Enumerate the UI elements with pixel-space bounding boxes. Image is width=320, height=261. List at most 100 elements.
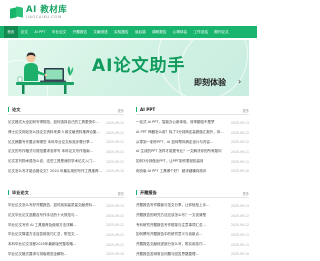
article-date: 2025-09-13: [106, 120, 124, 125]
nav-item-papers[interactable]: 论文: [18, 26, 32, 38]
nav-item-reflections[interactable]: 心得体会: [170, 26, 191, 38]
list-item[interactable]: 专科研究开题报告写作框架与注意事项汇总… 2025-09-12: [136, 220, 249, 230]
section-title: 论文: [8, 107, 20, 112]
article-date: 2025-09-12: [106, 223, 124, 228]
article-date: 2025-09-13: [231, 203, 249, 208]
section-thesis: 毕业论文 更多 毕业论文怎么写好开题报告，如何找到高质量文献资料… 2025-09…: [8, 189, 124, 261]
article-title[interactable]: 如何3分钟做出PPT，让PPT制作更轻松高效: [136, 159, 203, 164]
list-item[interactable]: 开题报告文献综述部分怎么写，附实用技巧… 2025-09-11: [136, 240, 249, 250]
article-date: 2025-09-11: [106, 149, 124, 154]
nav-item-proposal[interactable]: 开题报告: [69, 26, 90, 38]
section-title: 毕业论文: [8, 190, 29, 195]
nav-item-ai-ppt[interactable]: AI PPT: [31, 26, 49, 38]
section-title: AI PPT: [136, 107, 155, 112]
list-item[interactable]: 如何撰写开题报告中的研究意义与创新点… 2025-09-11: [136, 230, 249, 240]
book-logo-icon: [10, 5, 24, 20]
article-title[interactable]: 开题报告写作模板与范文分享，让你轻松上手…: [136, 203, 210, 208]
article-date: 2025-09-11: [231, 159, 249, 164]
logo-title: AI 教材库: [26, 4, 68, 15]
article-date: 2025-09-10: [231, 169, 249, 174]
nav-item-lab-report[interactable]: 实验报告: [111, 26, 132, 38]
list-item[interactable]: AI 生成的PPT 怎样才能更专业？一文解决你的所有疑问 2025-09-11: [136, 147, 249, 157]
section-header: 论文 更多: [8, 106, 124, 115]
list-item[interactable]: 论文的写作格式与规范要求怎样写 本科论文写作指南… 2025-09-11: [8, 147, 124, 157]
list-item[interactable]: 如何3分钟做出PPT，让PPT制作更轻松高效 2025-09-11: [136, 157, 249, 167]
more-link[interactable]: 更多: [118, 191, 124, 196]
article-date: 2025-09-11: [106, 159, 124, 164]
list-item[interactable]: 网页版 AI PPT 工具哪个好？ 超详细横向测评 2025-09-10: [136, 166, 249, 176]
article-title[interactable]: 网页版 AI PPT 工具哪个好？ 超详细横向测评: [136, 169, 206, 174]
section-papers: 论文 更多 论文格式大全如何写得规范，如何选择自己的工具更快中… 2025-09-…: [8, 106, 124, 184]
nav-item-survey-report[interactable]: 调研报告: [149, 26, 170, 38]
article-date: 2025-09-12: [106, 213, 124, 218]
more-link[interactable]: 更多: [243, 191, 249, 196]
article-date: 2025-09-12: [106, 130, 124, 135]
list-item[interactable]: 本科毕业论文流程2025年最新版完整攻略… 2025-09-11: [8, 240, 124, 250]
list-item[interactable]: 一站式 AI PPT，智能办公新体验，效率翻倍不是梦 2025-09-13: [136, 118, 249, 128]
article-title[interactable]: 专科研究开题报告写作框架与注意事项汇总…: [136, 223, 206, 228]
article-title[interactable]: 开题报告的研究方法应该怎么写？一文说清楚: [136, 213, 206, 218]
article-title[interactable]: 论文的写作格式与规范要求怎样写 本科论文写作指南…: [8, 149, 93, 154]
article-title[interactable]: 毕业论文降重方法及答辩技巧汇总，附范文…: [8, 232, 78, 237]
article-title[interactable]: 毕业论文写作 AI 工具推荐及使用方法详解…: [8, 223, 77, 228]
article-title[interactable]: 论文格式大全如何写得规范，如何选择自己的工具更快中…: [8, 120, 99, 125]
article-title[interactable]: 如何撰写开题报告中的研究意义与创新点…: [136, 232, 203, 237]
article-title[interactable]: 论文毕业论文选题及写作手法的十大规范与…: [8, 213, 78, 218]
chevron-right-icon[interactable]: ›: [238, 77, 241, 86]
more-link[interactable]: 更多: [243, 108, 249, 113]
section-header: 毕业论文 更多: [8, 189, 124, 198]
section-title: 开题报告: [136, 190, 157, 195]
article-title[interactable]: 开题报告答辩常见问题与回答思路整理…: [136, 252, 199, 257]
list-item[interactable]: 论文怎么写才能合格论文？2024 年最实用的写作工具推荐… 2025-09-10: [8, 166, 124, 176]
article-date: 2025-09-13: [106, 203, 124, 208]
nav-item-home[interactable]: 首页: [4, 26, 18, 38]
more-link[interactable]: 更多: [118, 108, 124, 113]
list-item[interactable]: 论文摘要写作要点有哪些 本科毕业论文标准步骤分享… 2025-09-12: [8, 137, 124, 147]
article-title[interactable]: 开题报告文献综述部分怎么写，附实用技巧…: [136, 242, 206, 247]
list-item[interactable]: 论文毕业论文选题及写作手法的十大规范与… 2025-09-12: [8, 211, 124, 221]
hero-banner[interactable]: AI论文助手 即刻体验 ›: [8, 40, 249, 96]
nav-item-journal-papers[interactable]: 期刊论文: [211, 26, 232, 38]
article-title[interactable]: 毕业论文怎么写好开题报告，如何找到高质量文献资料…: [8, 203, 96, 208]
list-item[interactable]: 毕业论文降重方法及答辩技巧汇总，附范文… 2025-09-11: [8, 230, 124, 240]
article-date: 2025-09-10: [106, 252, 124, 257]
list-item[interactable]: 毕业论文怎么写好开题报告，如何找到高质量文献资料… 2025-09-13: [8, 201, 124, 211]
article-title[interactable]: 论文摘要写作要点有哪些 本科毕业论文标准步骤分享…: [8, 140, 93, 145]
article-title[interactable]: 论文发刊物术语怎么说，这些工具是我的学术论文入门…: [8, 159, 96, 164]
list-item[interactable]: 论文发刊物术语怎么说，这些工具是我的学术论文入门… 2025-09-11: [8, 157, 124, 167]
nav-item-literature-review[interactable]: 文献综述: [90, 26, 111, 38]
article-date: 2025-09-10: [231, 252, 249, 257]
article-title[interactable]: AI PPT 神器怎么用？除了3分钟搞定高颜值汇报外，你…: [136, 130, 224, 135]
list-item[interactable]: 博士论文网站怎么找论文资料来源 5 款文献资料推荐合集… 2025-09-12: [8, 128, 124, 138]
article-title[interactable]: 论文怎么写才能合格论文？2024 年最实用的写作工具推荐…: [8, 169, 102, 174]
article-title[interactable]: AI 生成的PPT 怎样才能更专业？一文解决你的所有疑问: [136, 149, 222, 154]
section-header: AI PPT 更多: [136, 106, 249, 115]
section-proposal: 开题报告 更多 开题报告写作模板与范文分享，让你轻松上手… 2025-09-13 …: [136, 189, 249, 261]
article-title[interactable]: 博士论文网站怎么找论文资料来源 5 款文献资料推荐合集…: [8, 130, 100, 135]
article-title[interactable]: 从零到一制作PPT，AI 如何帮你搞定设计与内容…: [136, 140, 213, 145]
list-item[interactable]: AI PPT 神器怎么用？除了3分钟搞定高颜值汇报外，你… 2025-09-12: [136, 128, 249, 138]
article-title[interactable]: 本科毕业论文流程2025年最新版完整攻略…: [8, 242, 76, 247]
nav-item-work-summary[interactable]: 工作总结: [190, 26, 211, 38]
list-item[interactable]: 论文格式大全如何写得规范，如何选择自己的工具更快中… 2025-09-13: [8, 118, 124, 128]
list-item[interactable]: 从零到一制作PPT，AI 如何帮你搞定设计与内容… 2025-09-12: [136, 137, 249, 147]
section-ai-ppt: AI PPT 更多 一站式 AI PPT，智能办公新体验，效率翻倍不是梦 2025…: [136, 106, 249, 184]
article-date: 2025-09-13: [231, 120, 249, 125]
article-title[interactable]: 一站式 AI PPT，智能办公新体验，效率翻倍不是梦: [136, 120, 215, 125]
article-title[interactable]: 毕业论文格式要求与排版规范全解析…: [8, 252, 68, 257]
nav-item-book-review[interactable]: 读后感: [132, 26, 149, 38]
list-item[interactable]: 开题报告的研究方法应该怎么写？一文说清楚 2025-09-12: [136, 211, 249, 221]
section-header: 开题报告 更多: [136, 189, 249, 198]
list-item[interactable]: 毕业论文写作 AI 工具推荐及使用方法详解… 2025-09-12: [8, 220, 124, 230]
article-date: 2025-09-12: [231, 130, 249, 135]
nav-item-thesis[interactable]: 毕业论文: [49, 26, 70, 38]
list-item[interactable]: 开题报告写作模板与范文分享，让你轻松上手… 2025-09-13: [136, 201, 249, 211]
banner-title: AI论文助手: [92, 56, 186, 76]
site-header: AI 教材库 JIAOCAIKU.COM: [0, 0, 257, 26]
article-date: 2025-09-11: [231, 232, 249, 237]
article-date: 2025-09-12: [231, 213, 249, 218]
banner-cta-button[interactable]: 即刻体验: [194, 77, 226, 88]
list-item[interactable]: 毕业论文格式要求与排版规范全解析… 2025-09-10: [8, 249, 124, 259]
list-item[interactable]: 开题报告答辩常见问题与回答思路整理… 2025-09-10: [136, 249, 249, 259]
site-logo[interactable]: AI 教材库 JIAOCAIKU.COM: [10, 5, 67, 20]
